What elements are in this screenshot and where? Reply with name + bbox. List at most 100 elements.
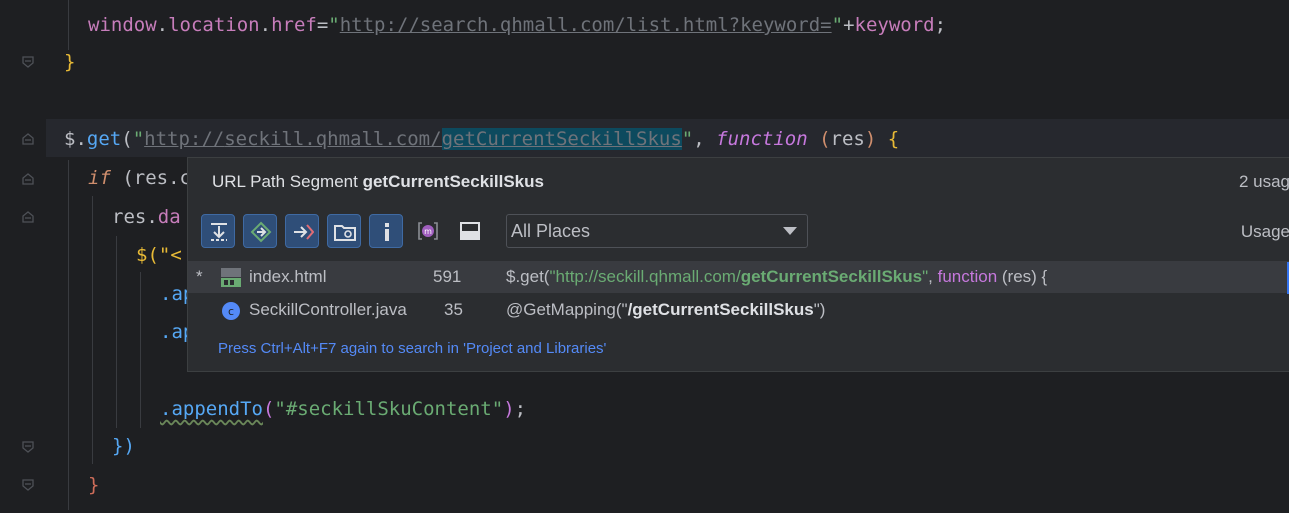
indent-guide [68,0,69,50]
token: res [830,128,865,150]
token: " [132,128,145,150]
url-token[interactable]: seckill.qhmall.com/ [224,128,441,150]
next-occurrence-icon [250,221,272,243]
fold-marker-icon[interactable] [21,172,35,186]
group-by-icon [334,225,356,241]
token: ( [262,398,275,420]
code-line[interactable]: window.location.href="http://search.qhma… [88,10,946,40]
result-line-number: 591 [433,267,462,286]
navigate-button[interactable] [285,214,319,248]
pin-button[interactable] [201,214,235,248]
code-line[interactable]: } [88,470,99,500]
token: window [88,14,157,36]
token: ) [503,398,515,420]
pin-icon [211,223,227,241]
modified-marker: * [196,267,203,286]
highlighted-path-segment[interactable]: getCurrentSeckillSkus [441,128,682,150]
group-by-button[interactable] [327,214,361,248]
token: function [716,128,808,150]
search-scope-hint-link[interactable]: Press Ctrl+Alt+F7 again to search in 'Pr… [218,340,606,357]
result-code-snippet: @GetMapping("/getCurrentSeckillSkus") [506,294,825,326]
navigate-occurrences-button[interactable] [243,214,277,248]
token: ) [864,128,877,150]
fold-marker-icon[interactable] [21,440,35,454]
find-usages-popup[interactable]: URL Path Segment getCurrentSeckillSkus 2… [187,157,1289,372]
snippet-part: (res) { [997,267,1048,286]
token: + [843,14,855,36]
scope-dropdown[interactable]: All Places [506,214,808,248]
token: ; [514,398,527,420]
code-line[interactable]: $("< [136,240,182,270]
token: get [86,128,122,150]
code-line[interactable]: res.da [112,202,181,232]
url-token[interactable]: http://search.qhmall.com/list.html?keywo… [340,14,832,36]
token: . [259,14,272,36]
result-row[interactable]: * index.html 591 $.get("http://seckill.q… [188,261,1289,293]
token: res. [112,206,158,228]
token: , [693,128,717,150]
merge-button[interactable]: m [411,214,445,248]
code-line[interactable]: $.get("http://seckill.qhmall.com/getCurr… [64,124,899,154]
scope-value: All Places [511,221,591,241]
navigate-icon [294,224,314,240]
snippet-part: , [928,267,938,286]
fold-marker-icon[interactable] [21,132,35,146]
info-icon [385,223,389,241]
token: .appendTo [160,398,263,420]
svg-text:m: m [424,227,432,236]
title-target: getCurrentSeckillSkus [362,172,544,191]
result-file-name: index.html [249,267,327,286]
java-class-icon: c [222,302,240,320]
snippet-part: "http://seckill.qhmall.com/ [549,267,741,286]
token: " [328,14,340,36]
result-code-snippet: $.get("http://seckill.qhmall.com/getCurr… [506,261,1047,293]
token: if [88,167,111,189]
code-line[interactable]: }) [112,431,135,461]
indent-guide [140,272,141,428]
fold-marker-icon[interactable] [21,478,35,492]
snippet-match: /getCurrentSeckillSkus [627,300,814,319]
token: keyword [854,14,935,36]
token: " [681,128,694,150]
html-file-icon [221,268,241,287]
indent-guide [92,196,93,464]
code-line[interactable]: .appendTo("#seckillSkuContent"); [160,394,526,424]
usage-count: 2 usag [1238,172,1289,191]
code-line[interactable]: if (res.c [88,163,191,193]
token: " [831,14,844,36]
token: . [75,128,87,150]
result-line-number: 35 [444,300,463,319]
popup-title: URL Path Segment getCurrentSeckillSkus [212,172,544,192]
token: $ [64,128,76,150]
fold-marker-icon[interactable] [21,55,35,69]
result-row[interactable]: c SeckillController.java 35 @GetMapping(… [188,294,1289,326]
chevron-down-icon [783,227,797,235]
token: { [887,128,900,150]
token: href [271,14,317,36]
result-file-name: SeckillController.java [249,300,407,319]
snippet-part: ") [813,300,826,319]
preview-icon [460,222,480,240]
editor-gutter [0,0,46,513]
preview-button[interactable] [453,214,487,248]
merge-icon: m [418,222,438,240]
info-button[interactable] [369,214,403,248]
token: ( [121,128,133,150]
code-line[interactable]: } [64,47,75,77]
snippet-match: getCurrentSeckillSkus [740,267,923,286]
token: ( [819,128,831,150]
url-token[interactable]: http:// [144,128,224,150]
token: location [168,14,260,36]
svg-text:c: c [228,305,234,318]
token: ; [934,14,947,36]
token: = [316,14,329,36]
token: (res. [110,167,180,189]
title-prefix: URL Path Segment [212,172,363,191]
fold-marker-icon[interactable] [21,210,35,224]
snippet-part: function [937,267,998,286]
token: "#seckillSkuContent" [274,398,504,420]
token: . [156,14,169,36]
snippet-part: @GetMapping(" [506,300,628,319]
